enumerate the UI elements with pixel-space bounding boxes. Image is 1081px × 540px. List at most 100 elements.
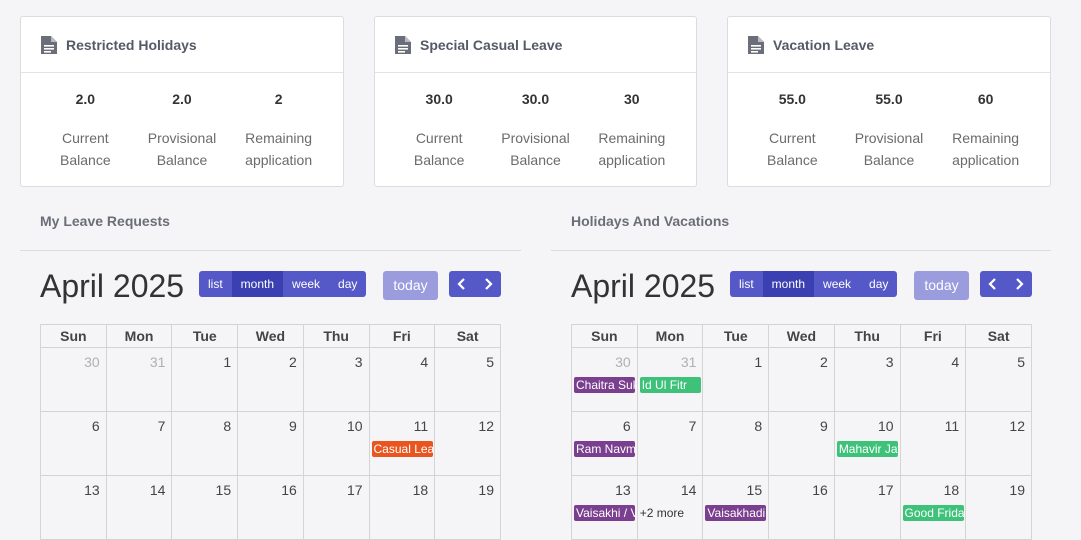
weekday-header: Sun [40, 324, 107, 348]
calendar-event[interactable]: Id Ul Fitr [639, 377, 701, 393]
calendar-month-title: April 2025 [40, 268, 185, 304]
my-leave-requests-panel: My Leave Requests April 2025 list month week… [20, 205, 521, 540]
today-button[interactable]: today [383, 271, 438, 300]
day-cell[interactable]: 18 Good Friday [899, 475, 967, 540]
stat-value: 30.0 [521, 91, 550, 107]
calendar-month-title: April 2025 [571, 268, 716, 304]
day-cell[interactable]: 13 [40, 475, 107, 540]
day-cell[interactable]: 11 [899, 411, 967, 476]
calendar-event[interactable]: Mahavir Jayanti [836, 441, 898, 457]
day-number: 8 [223, 418, 232, 434]
day-number: 5 [1017, 354, 1025, 370]
provisional-balance-stat: 2.0 Provisional Balance [134, 91, 230, 171]
day-cell[interactable]: 14 [105, 475, 173, 540]
day-cell[interactable]: 17 [833, 475, 901, 540]
next-month-button[interactable] [475, 271, 501, 297]
day-cell[interactable]: 5 [434, 347, 501, 412]
month-view-button[interactable]: month [762, 271, 815, 297]
day-cell[interactable]: 18 [368, 475, 436, 540]
stat-label: Current Balance [60, 130, 111, 168]
day-cell[interactable]: 10 Mahavir Jayanti [833, 411, 901, 476]
calendar-grid: Sun Mon Tue Wed Thu Fri Sat 30 31 1 2 3 4 5 6 7 8 9 10 11 Ca… [40, 324, 501, 540]
day-cell[interactable]: 4 [899, 347, 967, 412]
day-cell[interactable]: 6 Ram Navmi [571, 411, 638, 476]
day-cell[interactable]: 19 [434, 475, 501, 540]
day-cell[interactable]: 13 Vaisakhi / Vishu [571, 475, 638, 540]
day-cell[interactable]: 8 [702, 411, 770, 476]
day-cell[interactable]: 5 [965, 347, 1032, 412]
weekday-header: Mon [105, 324, 173, 348]
day-number: 1 [223, 354, 232, 370]
provisional-balance-stat: 55.0 Provisional Balance [841, 91, 937, 171]
view-switcher: list month week day [730, 271, 898, 297]
day-cell[interactable]: 9 [768, 411, 835, 476]
day-cell[interactable]: 19 [965, 475, 1032, 540]
day-cell[interactable]: 30 Chaitra Sukladi [571, 347, 638, 412]
day-cell[interactable]: 31 [105, 347, 173, 412]
weekday-header: Mon [636, 324, 704, 348]
day-number: 30 [615, 354, 631, 370]
special-casual-leave-card: Special Casual Leave 30.0 Current Balance … [374, 16, 697, 187]
stat-value: 30 [624, 91, 640, 107]
calendar-toolbar: April 2025 list month week day today [551, 251, 1051, 315]
calendar-event[interactable]: Casual Leave [371, 441, 433, 457]
list-view-button[interactable]: list [199, 271, 232, 297]
day-cell[interactable]: 4 [368, 347, 436, 412]
day-number: 16 [812, 482, 828, 498]
day-cell[interactable]: 14 +2 more [636, 475, 704, 540]
weekday-header: Sun [571, 324, 638, 348]
day-cell[interactable]: 10 [302, 411, 370, 476]
stat-value: 2.0 [172, 91, 192, 107]
day-cell[interactable]: 15 Vaisakhadi [702, 475, 770, 540]
stat-value: 55.0 [778, 91, 806, 107]
calendar-event[interactable]: Ram Navmi [574, 441, 635, 457]
chevron-right-icon [1016, 278, 1024, 290]
day-cell[interactable]: 15 [171, 475, 239, 540]
day-cell[interactable]: 12 [434, 411, 501, 476]
week-row: 13 14 15 16 17 18 19 [40, 475, 501, 540]
restricted-holidays-card: Restricted Holidays 2.0 Current Balance 2.… [20, 16, 344, 187]
current-balance-stat: 2.0 Current Balance [37, 91, 133, 171]
today-button[interactable]: today [914, 271, 969, 300]
day-cell[interactable]: 30 [40, 347, 107, 412]
day-cell[interactable]: 12 [965, 411, 1032, 476]
day-cell[interactable]: 1 [702, 347, 770, 412]
day-view-button[interactable]: day [860, 271, 898, 297]
calendar-event[interactable]: Vaisakhi / Vishu [574, 505, 635, 521]
day-cell[interactable]: 7 [636, 411, 704, 476]
day-cell[interactable]: 7 [105, 411, 173, 476]
day-cell[interactable]: 6 [40, 411, 107, 476]
day-number: 31 [680, 354, 697, 370]
day-cell[interactable]: 31 Id Ul Fitr [636, 347, 704, 412]
day-cell[interactable]: 2 [237, 347, 304, 412]
week-view-button[interactable]: week [283, 271, 330, 297]
calendar-event[interactable]: Good Friday [902, 505, 964, 521]
day-cell[interactable]: 8 [171, 411, 239, 476]
prev-month-button[interactable] [449, 271, 475, 297]
next-month-button[interactable] [1006, 271, 1032, 297]
calendar-event[interactable]: Chaitra Sukladi [574, 377, 635, 393]
list-view-button[interactable]: list [730, 271, 763, 297]
day-number: 19 [478, 482, 494, 498]
stat-label: Provisional Balance [854, 130, 924, 168]
day-number: 11 [413, 418, 429, 434]
day-cell[interactable]: 16 [237, 475, 304, 540]
chevron-right-icon [485, 278, 493, 290]
document-icon [41, 35, 57, 54]
day-cell[interactable]: 17 [302, 475, 370, 540]
day-cell[interactable]: 3 [302, 347, 370, 412]
day-cell[interactable]: 16 [768, 475, 835, 540]
week-view-button[interactable]: week [814, 271, 861, 297]
current-balance-stat: 30.0 Current Balance [391, 91, 487, 171]
weekday-header: Wed [768, 324, 835, 348]
day-cell[interactable]: 11 Casual Leave [368, 411, 436, 476]
day-cell[interactable]: 1 [171, 347, 239, 412]
day-cell[interactable]: 2 [768, 347, 835, 412]
stat-label: Provisional Balance [147, 130, 217, 168]
day-cell[interactable]: 9 [237, 411, 304, 476]
month-view-button[interactable]: month [231, 271, 284, 297]
day-cell[interactable]: 3 [833, 347, 901, 412]
day-view-button[interactable]: day [329, 271, 367, 297]
calendar-event[interactable]: Vaisakhadi [705, 505, 767, 521]
prev-month-button[interactable] [980, 271, 1006, 297]
